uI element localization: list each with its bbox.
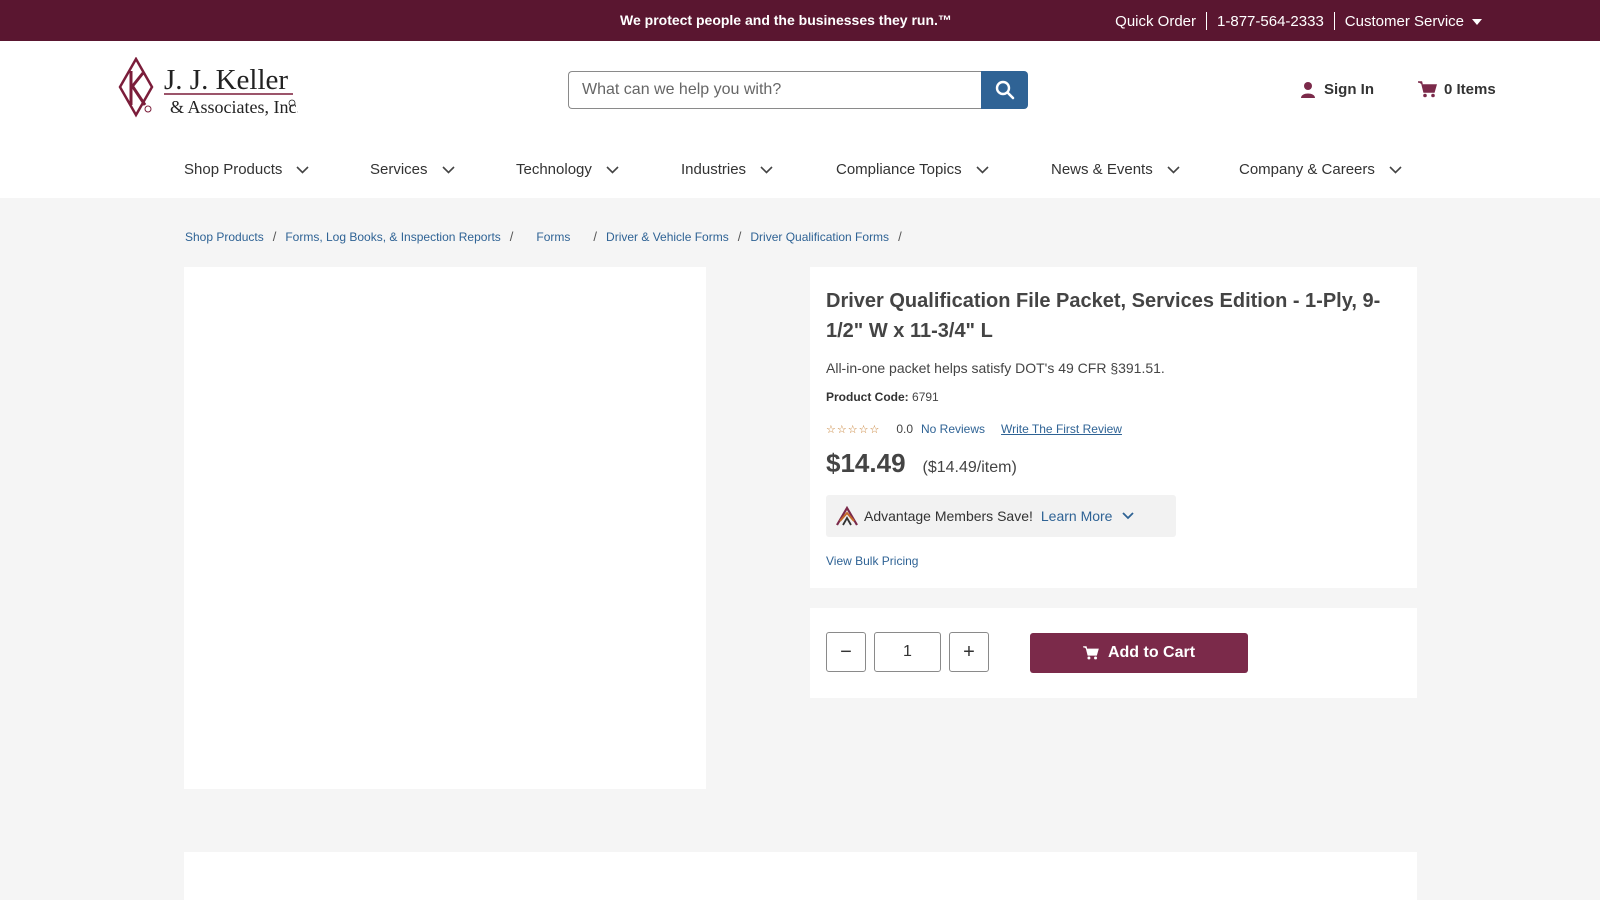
write-review-link[interactable]: Write The First Review: [1001, 422, 1122, 436]
chevron-down-icon: [296, 166, 309, 174]
search-icon: [995, 80, 1014, 100]
site-header: J. J. Keller & Associates, Inc. Sign In …: [0, 41, 1600, 198]
nav-services[interactable]: Services: [370, 161, 516, 178]
divider: [1206, 12, 1208, 30]
keller-logo-icon: J. J. Keller & Associates, Inc.: [118, 56, 301, 118]
customer-service-menu[interactable]: Customer Service: [1345, 13, 1482, 30]
breadcrumb-separator: /: [593, 229, 598, 244]
sign-in-link[interactable]: Sign In: [1300, 81, 1374, 98]
quantity-input[interactable]: [874, 632, 941, 672]
advantage-members-box[interactable]: Advantage Members Save! Learn More: [826, 495, 1176, 537]
product-code-label: Product Code:: [826, 390, 909, 404]
cart-icon: [1418, 81, 1437, 98]
cart-link[interactable]: 0 Items: [1418, 81, 1496, 98]
breadcrumb-separator: /: [272, 229, 277, 244]
nav-label: Industries: [681, 160, 747, 178]
breadcrumb-link[interactable]: Driver Qualification Forms: [750, 230, 889, 244]
user-icon: [1301, 82, 1315, 98]
add-to-cart-label: Add to Cart: [1107, 644, 1196, 661]
chevron-down-icon: [976, 166, 989, 174]
quantity-decrease-button[interactable]: −: [826, 632, 866, 672]
nav-news-events[interactable]: News & Events: [1051, 161, 1239, 178]
product-image-panel: [184, 267, 706, 789]
top-bar: We protect people and the businesses the…: [0, 0, 1600, 41]
details-panel: [184, 852, 1417, 900]
top-links: Quick Order 1-877-564-2333 Customer Serv…: [1115, 12, 1482, 30]
caret-down-icon: [1472, 18, 1482, 25]
breadcrumb: Shop Products / Forms, Log Books, & Insp…: [185, 229, 911, 244]
product-code-value: 6791: [912, 390, 939, 404]
divider: [1333, 12, 1335, 30]
search-button[interactable]: [981, 71, 1028, 109]
advantage-text: Advantage Members Save!: [864, 508, 1033, 524]
reviews-count[interactable]: No Reviews: [921, 422, 985, 436]
chevron-down-icon: [1389, 166, 1402, 174]
quick-order-link[interactable]: Quick Order: [1115, 13, 1196, 30]
nav-label: Technology: [516, 160, 592, 178]
phone-link[interactable]: 1-877-564-2333: [1217, 13, 1324, 30]
nav-company-careers[interactable]: Company & Careers: [1239, 161, 1402, 178]
unit-price: ($14.49/item): [922, 459, 1017, 476]
add-to-cart-panel: − + Add to Cart: [810, 608, 1417, 698]
product-info-panel: Driver Qualification File Packet, Servic…: [810, 267, 1417, 588]
star-rating-icon: ☆☆☆☆☆: [826, 423, 881, 436]
svg-text:J. J. Keller: J. J. Keller: [164, 64, 288, 96]
cart-count: 0 Items: [1444, 81, 1496, 98]
nav-technology[interactable]: Technology: [516, 161, 681, 178]
add-to-cart-button[interactable]: Add to Cart: [1030, 633, 1248, 673]
chevron-down-icon: [760, 166, 773, 174]
breadcrumb-separator: /: [898, 229, 902, 244]
view-bulk-pricing-link[interactable]: View Bulk Pricing: [826, 554, 918, 568]
chevron-down-icon: [441, 166, 455, 174]
nav-compliance-topics[interactable]: Compliance Topics: [836, 161, 1051, 178]
main-nav: Shop Products Services Technology Indust…: [184, 155, 1402, 183]
tagline: We protect people and the businesses the…: [620, 12, 952, 28]
chevron-down-icon: [1122, 512, 1135, 520]
rating-row: ☆☆☆☆☆ 0.0 No Reviews Write The First Rev…: [826, 422, 1122, 436]
nav-label: Company & Careers: [1239, 160, 1375, 178]
rating-value: 0.0: [896, 422, 913, 436]
chevron-down-icon: [606, 166, 619, 174]
product-subtitle: All-in-one packet helps satisfy DOT's 49…: [826, 360, 1165, 376]
minus-icon: −: [840, 640, 852, 663]
breadcrumb-link[interactable]: Forms: [536, 230, 570, 244]
nav-label: Compliance Topics: [836, 160, 962, 178]
learn-more-toggle[interactable]: Learn More: [1041, 508, 1135, 524]
nav-industries[interactable]: Industries: [681, 161, 836, 178]
learn-more-label: Learn More: [1040, 508, 1113, 524]
chevron-down-icon: [1167, 166, 1180, 174]
product-code: Product Code: 6791: [826, 390, 939, 404]
sign-in-label: Sign In: [1324, 81, 1374, 98]
price-row: $14.49 ($14.49/item): [826, 448, 1017, 479]
svg-text:& Associates, Inc.: & Associates, Inc.: [170, 97, 298, 117]
search-bar: [568, 71, 1028, 109]
nav-label: Shop Products: [184, 160, 283, 178]
company-logo[interactable]: J. J. Keller & Associates, Inc.: [118, 56, 301, 119]
plus-icon: +: [963, 640, 975, 663]
search-input[interactable]: [568, 71, 981, 109]
advantage-logo-icon: [836, 506, 858, 526]
product-price: $14.49: [826, 448, 906, 478]
product-title: Driver Qualification File Packet, Servic…: [826, 290, 1381, 342]
customer-service-label: Customer Service: [1344, 12, 1464, 30]
cart-icon: [1083, 646, 1099, 660]
nav-shop-products[interactable]: Shop Products: [184, 161, 370, 178]
breadcrumb-link[interactable]: Forms, Log Books, & Inspection Reports: [285, 230, 500, 244]
breadcrumb-link[interactable]: Driver & Vehicle Forms: [606, 230, 729, 244]
nav-label: News & Events: [1051, 160, 1153, 178]
quantity-increase-button[interactable]: +: [949, 632, 989, 672]
breadcrumb-separator: /: [737, 229, 742, 244]
nav-label: Services: [370, 160, 428, 178]
breadcrumb-separator: /: [509, 229, 514, 244]
breadcrumb-link[interactable]: Shop Products: [185, 230, 264, 244]
